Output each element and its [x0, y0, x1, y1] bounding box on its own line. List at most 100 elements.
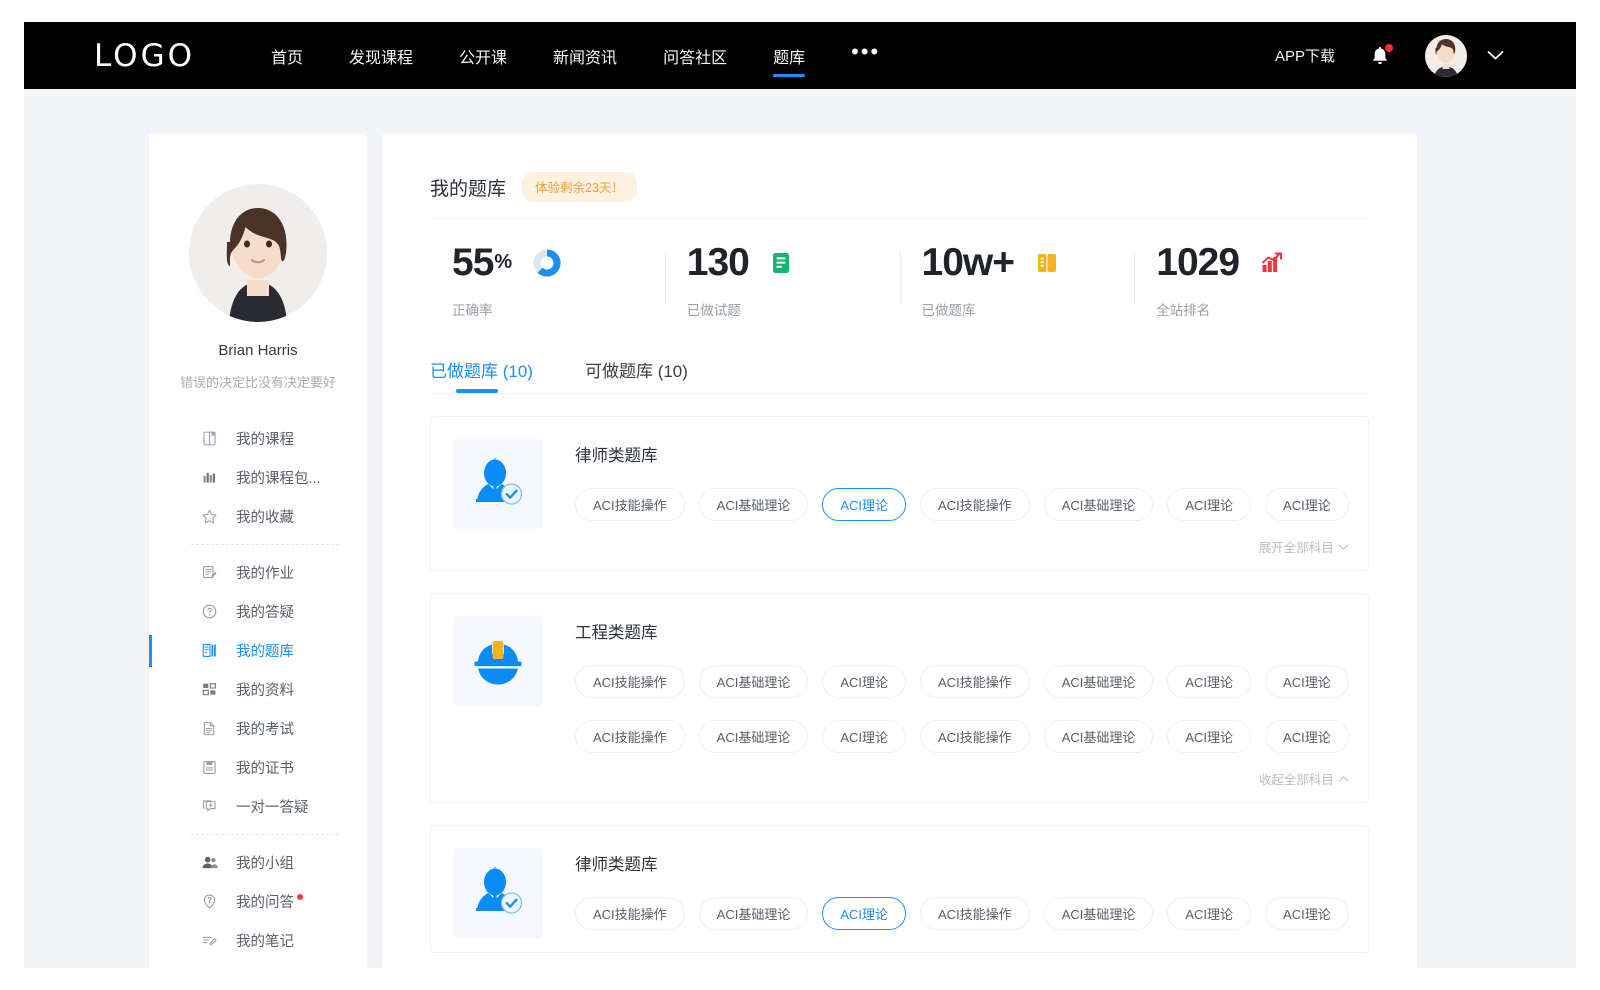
sidebar-divider	[191, 544, 339, 545]
stat-value-row: 130	[687, 243, 900, 282]
profile-name: Brian Harris	[149, 342, 367, 359]
subject-tag[interactable]: ACI技能操作	[920, 720, 1030, 753]
subject-tag[interactable]: ACI技能操作	[575, 488, 685, 521]
stat-value-row: 10w+	[922, 243, 1135, 282]
chevron-down-icon[interactable]	[1487, 50, 1504, 61]
profile-avatar	[189, 184, 327, 322]
sidebar-item-my-favorites[interactable]: 我的收藏	[149, 497, 367, 536]
subject-tag[interactable]: ACI技能操作	[920, 897, 1030, 930]
avatar[interactable]	[1425, 35, 1467, 77]
subject-tag[interactable]: ACI理论	[1167, 665, 1251, 698]
more-menu-icon[interactable]: •••	[851, 22, 880, 85]
question-bank-list: 律师类题库 ACI技能操作 ACI基础理论 ACI理论 ACI技能操作 ACI基…	[382, 394, 1417, 953]
tab-completed-banks[interactable]: 已做题库 (10)	[430, 357, 533, 393]
subject-tag[interactable]: ACI基础理论	[699, 720, 809, 753]
app-download-link[interactable]: APP下载	[1275, 45, 1335, 66]
subject-tag[interactable]: ACI基础理论	[1044, 665, 1154, 698]
card-thumbnail	[453, 848, 543, 938]
content-tabs: 已做题库 (10) 可做题库 (10)	[430, 357, 1417, 393]
subject-tag[interactable]: ACI基础理论	[699, 488, 809, 521]
subject-tag[interactable]: ACI技能操作	[575, 897, 685, 930]
stat-label: 已做试题	[687, 299, 900, 319]
subject-tag[interactable]: ACI理论	[822, 665, 906, 698]
main-content-panel: 我的题库 体验剩余23天！ 55 % 正确率	[382, 134, 1417, 968]
subject-tag[interactable]: ACI基础理论	[699, 665, 809, 698]
question-bank-card[interactable]: 工程类题库 ACI技能操作 ACI基础理论 ACI理论 ACI技能操作 ACI基…	[430, 593, 1369, 803]
subject-tag[interactable]: ACI理论	[1265, 488, 1349, 521]
subject-tag[interactable]: ACI理论	[1265, 665, 1349, 698]
notification-bell-button[interactable]	[1369, 44, 1391, 68]
chat-bubble-icon	[201, 798, 218, 815]
card-title: 律师类题库	[575, 442, 1349, 466]
site-logo[interactable]: LOGO	[94, 38, 195, 74]
question-bank-card[interactable]: 律师类题库 ACI技能操作 ACI基础理论 ACI理论 ACI技能操作 ACI基…	[430, 825, 1369, 953]
profile-menu: 我的课程 我的课程包... 我的收藏	[149, 419, 367, 968]
sidebar-item-my-qa-support[interactable]: 我的答疑	[149, 592, 367, 631]
app-frame: LOGO 首页 发现课程 公开课 新闻资讯 问答社区 题库 ••• APP下载	[24, 22, 1576, 968]
nav-item-discover-courses[interactable]: 发现课程	[349, 22, 413, 89]
sidebar-item-my-exams[interactable]: 我的考试	[149, 709, 367, 748]
stat-site-rank: 1029 全站排名	[1134, 243, 1369, 319]
sidebar-item-my-course-packages[interactable]: 我的课程包...	[149, 458, 367, 497]
tab-available-banks[interactable]: 可做题库 (10)	[585, 357, 688, 393]
sidebar-item-one-on-one-qa[interactable]: 一对一答疑	[149, 787, 367, 826]
stat-accuracy: 55 % 正确率	[430, 243, 665, 319]
card-footer: 展开全部科目	[575, 537, 1349, 556]
question-bank-card[interactable]: 律师类题库 ACI技能操作 ACI基础理论 ACI理论 ACI技能操作 ACI基…	[430, 416, 1369, 571]
profile-avatar-image	[189, 184, 327, 322]
notification-badge-dot	[1385, 44, 1393, 52]
nav-item-home[interactable]: 首页	[271, 22, 303, 89]
note-pen-icon	[201, 932, 218, 949]
sidebar-label: 我的问答	[236, 891, 294, 912]
subject-tag[interactable]: ACI理论	[1167, 488, 1251, 521]
nav-item-question-bank[interactable]: 题库	[773, 22, 805, 89]
collapse-all-subjects-button[interactable]: 收起全部科目	[1259, 769, 1349, 788]
star-icon	[201, 508, 218, 525]
sidebar-label: 我的小组	[236, 852, 294, 873]
subject-tag[interactable]: ACI理论	[1265, 720, 1349, 753]
stat-value: 1029	[1156, 243, 1239, 282]
sidebar-item-my-materials[interactable]: 我的资料	[149, 670, 367, 709]
subject-tag[interactable]: ACI基础理论	[1044, 897, 1154, 930]
nav-item-news[interactable]: 新闻资讯	[553, 22, 617, 89]
subject-tag[interactable]: ACI技能操作	[920, 665, 1030, 698]
group-icon	[201, 854, 218, 871]
chevron-down-icon	[1338, 543, 1349, 551]
subject-tag[interactable]: ACI基础理论	[1044, 720, 1154, 753]
nav-item-open-class[interactable]: 公开课	[459, 22, 507, 89]
subject-tag-selected[interactable]: ACI理论	[822, 488, 906, 521]
sidebar-item-my-qa[interactable]: 我的问答	[149, 882, 367, 921]
sidebar-item-my-notes[interactable]: 我的笔记	[149, 921, 367, 960]
subject-tag-selected[interactable]: ACI理论	[822, 897, 906, 930]
card-body: 工程类题库 ACI技能操作 ACI基础理论 ACI理论 ACI技能操作 ACI基…	[575, 616, 1349, 788]
card-title: 工程类题库	[575, 619, 1349, 643]
sidebar-item-my-question-bank[interactable]: 我的题库	[149, 631, 367, 670]
subject-tag[interactable]: ACI理论	[1265, 897, 1349, 930]
subject-tag[interactable]: ACI技能操作	[575, 720, 685, 753]
page-title: 我的题库	[430, 174, 506, 201]
lawyer-verified-icon	[467, 453, 529, 515]
subject-tag-row: ACI技能操作 ACI基础理论 ACI理论 ACI技能操作 ACI基础理论 AC…	[575, 897, 1349, 930]
subject-tag[interactable]: ACI基础理论	[1044, 488, 1154, 521]
subject-tag[interactable]: ACI基础理论	[699, 897, 809, 930]
subject-tag[interactable]: ACI技能操作	[575, 665, 685, 698]
subject-tag[interactable]: ACI理论	[1167, 720, 1251, 753]
expand-all-subjects-button[interactable]: 展开全部科目	[1259, 537, 1349, 556]
sidebar-item-my-homework[interactable]: 我的作业	[149, 553, 367, 592]
sidebar-item-my-groups[interactable]: 我的小组	[149, 843, 367, 882]
sidebar-item-my-courses[interactable]: 我的课程	[149, 419, 367, 458]
yellow-book-icon	[1035, 251, 1059, 275]
nav-item-qa-community[interactable]: 问答社区	[663, 22, 727, 89]
stat-suffix: %	[494, 251, 512, 274]
sidebar-item-my-certificates[interactable]: 我的证书	[149, 748, 367, 787]
user-avatar-image	[1425, 35, 1467, 77]
files-icon	[201, 681, 218, 698]
subject-tag[interactable]: ACI技能操作	[920, 488, 1030, 521]
chevron-up-icon	[1338, 775, 1349, 783]
sidebar-label: 一对一答疑	[236, 796, 309, 817]
subject-tag[interactable]: ACI理论	[1167, 897, 1251, 930]
sidebar-label: 我的答疑	[236, 601, 294, 622]
red-rank-chart-icon	[1260, 251, 1285, 275]
subject-tag-row: ACI技能操作 ACI基础理论 ACI理论 ACI技能操作 ACI基础理论 AC…	[575, 488, 1349, 521]
subject-tag[interactable]: ACI理论	[822, 720, 906, 753]
